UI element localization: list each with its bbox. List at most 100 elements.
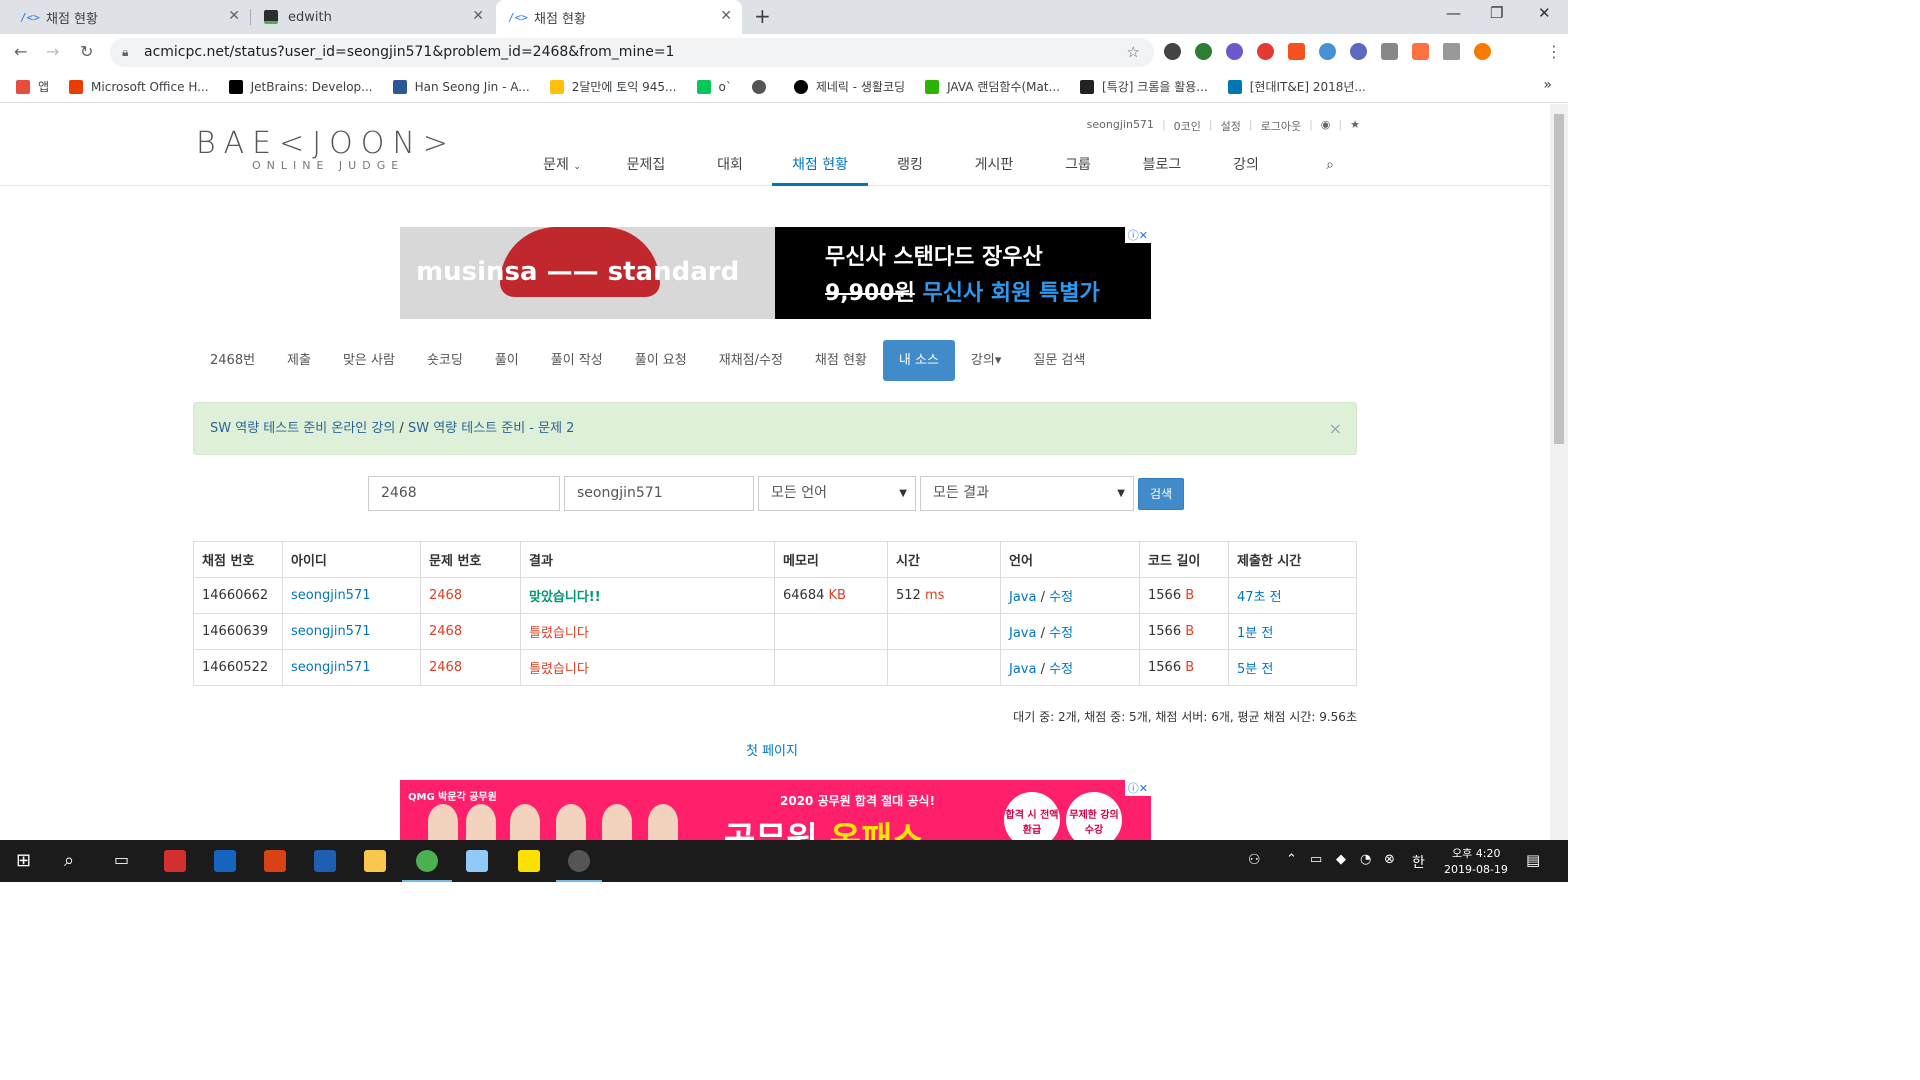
dropbox-icon[interactable]: ◆ bbox=[1336, 852, 1346, 867]
nav-problems[interactable]: 문제 ⌄ bbox=[520, 152, 604, 186]
close-icon[interactable]: × bbox=[1329, 403, 1342, 454]
search-icon[interactable]: ⌕ bbox=[64, 850, 74, 871]
bookmark-item[interactable] bbox=[751, 79, 774, 94]
page-scrollbar[interactable] bbox=[1550, 104, 1568, 840]
bookmark-apps[interactable]: 앱 bbox=[16, 78, 49, 95]
close-icon[interactable]: ✕ bbox=[472, 8, 484, 24]
user-id-input[interactable]: seongjin571 bbox=[564, 476, 754, 511]
battery-icon[interactable]: ▭ bbox=[1310, 852, 1322, 867]
extension-icon[interactable] bbox=[1443, 43, 1460, 60]
address-bar[interactable]: 🔒︎ acmicpc.net/status?user_id=seongjin57… bbox=[110, 38, 1154, 67]
nav-lecture[interactable]: 강의 bbox=[1204, 152, 1288, 186]
bottom-ad-banner[interactable]: QMG 박문각 공무원 2020 공무원 합격 절대 공식! 공무원 온패스 합… bbox=[400, 780, 1151, 840]
ime-indicator[interactable]: 한 bbox=[1412, 852, 1425, 872]
problem-link[interactable]: 2468 bbox=[429, 588, 462, 603]
language-select[interactable]: 모든 언어 ▼ bbox=[758, 476, 916, 511]
nav-ranking[interactable]: 랭킹 bbox=[868, 152, 952, 186]
username-link[interactable]: seongjin571 bbox=[1087, 118, 1154, 134]
bookmark-item[interactable]: 2달만에 토익 945... bbox=[549, 78, 677, 95]
profile-avatar-icon[interactable] bbox=[1474, 43, 1491, 60]
bookmark-item[interactable]: 제네릭 - 생활코딩 bbox=[793, 78, 905, 95]
close-icon[interactable]: ✕ bbox=[720, 8, 732, 24]
top-ad-banner[interactable]: musinsa —— standard 무신사 스탠다드 장우산 9,900원 … bbox=[400, 227, 1151, 319]
back-icon[interactable]: ← bbox=[14, 42, 27, 61]
app-icon[interactable] bbox=[164, 850, 186, 872]
extension-icon[interactable] bbox=[1288, 43, 1305, 60]
extension-icon[interactable] bbox=[1257, 43, 1274, 60]
nav-contest[interactable]: 대회 bbox=[688, 152, 772, 186]
bookmark-item[interactable]: Microsoft Office H... bbox=[69, 79, 209, 94]
browser-tab-active[interactable]: /<> 채점 현황 ✕ bbox=[496, 0, 742, 34]
wifi-icon[interactable]: ◔ bbox=[1360, 852, 1371, 867]
window-close-icon[interactable]: ✕ bbox=[1538, 4, 1551, 22]
user-link[interactable]: seongjin571 bbox=[291, 624, 371, 639]
people-icon[interactable]: ⚇ bbox=[1248, 852, 1261, 868]
restore-icon[interactable]: ❐ bbox=[1490, 4, 1503, 22]
edit-link[interactable]: 수정 bbox=[1049, 626, 1073, 641]
site-logo[interactable]: BAE<JOON> ONLINE JUDGE bbox=[196, 126, 456, 172]
clock-date[interactable]: 2019-08-19 bbox=[1444, 863, 1508, 876]
ad-close-icon[interactable]: ⓘ✕ bbox=[1124, 780, 1151, 796]
bookmark-item[interactable]: Han Seong Jin - A... bbox=[392, 79, 530, 94]
forward-icon[interactable]: → bbox=[46, 42, 59, 61]
user-link[interactable]: seongjin571 bbox=[291, 660, 371, 675]
subnav-submit[interactable]: 제출 bbox=[271, 340, 327, 381]
edit-link[interactable]: 수정 bbox=[1049, 590, 1073, 605]
nav-status[interactable]: 채점 현황 bbox=[772, 152, 868, 186]
subnav-shortcoding[interactable]: 숏코딩 bbox=[411, 340, 479, 381]
network-app-icon[interactable] bbox=[214, 850, 236, 872]
nav-board[interactable]: 게시판 bbox=[952, 152, 1036, 186]
search-button[interactable]: 검색 bbox=[1138, 478, 1185, 510]
scroll-thumb[interactable] bbox=[1554, 114, 1564, 444]
more-menu-icon[interactable]: ⋮ bbox=[1546, 42, 1562, 61]
submitted-time-link[interactable]: 1분 전 bbox=[1237, 626, 1273, 641]
minimize-icon[interactable]: — bbox=[1446, 4, 1461, 22]
subnav-rejudge[interactable]: 재채점/수정 bbox=[703, 340, 799, 381]
nav-workbook[interactable]: 문제집 bbox=[604, 152, 688, 186]
task-view-icon[interactable]: ▭ bbox=[114, 850, 129, 869]
bookmark-star-icon[interactable]: ☆ bbox=[1127, 38, 1140, 67]
extension-icon[interactable] bbox=[1195, 43, 1212, 60]
settings-link[interactable]: 설정 bbox=[1221, 118, 1241, 134]
bookmark-item[interactable]: [특강] 크롬을 활용... bbox=[1080, 78, 1208, 95]
extension-icon[interactable] bbox=[1412, 43, 1429, 60]
app-icon[interactable] bbox=[466, 850, 488, 872]
word-icon[interactable] bbox=[314, 850, 336, 872]
file-explorer-icon[interactable] bbox=[364, 850, 386, 872]
submitted-time-link[interactable]: 5분 전 bbox=[1237, 662, 1273, 677]
clock-time[interactable]: 오후 4:20 bbox=[1452, 845, 1500, 861]
language-link[interactable]: Java bbox=[1009, 626, 1036, 641]
settings-gear-icon[interactable] bbox=[568, 850, 590, 872]
bookmark-item[interactable]: JetBrains: Develop... bbox=[228, 79, 373, 94]
submitted-time-link[interactable]: 47초 전 bbox=[1237, 590, 1282, 605]
logout-link[interactable]: 로그아웃 bbox=[1261, 118, 1301, 134]
subnav-solution[interactable]: 풀이 bbox=[479, 340, 535, 381]
extension-icon[interactable] bbox=[1164, 43, 1181, 60]
edit-link[interactable]: 수정 bbox=[1049, 662, 1073, 677]
ad-close-icon[interactable]: ⓘ✕ bbox=[1124, 227, 1151, 243]
problem-link[interactable]: 2468 bbox=[429, 624, 462, 639]
problem-set-link[interactable]: SW 역량 테스트 준비 - 문제 2 bbox=[408, 421, 575, 436]
lecture-link[interactable]: SW 역량 테스트 준비 온라인 강의 bbox=[210, 421, 395, 436]
extension-icon[interactable] bbox=[1226, 43, 1243, 60]
nav-group[interactable]: 그룹 bbox=[1036, 152, 1120, 186]
result-select[interactable]: 모든 결과 ▼ bbox=[920, 476, 1134, 511]
bookmarks-overflow-icon[interactable]: » bbox=[1543, 77, 1552, 93]
star-icon[interactable]: ★ bbox=[1350, 118, 1360, 134]
notification-icon[interactable]: ▤ bbox=[1526, 851, 1540, 869]
subnav-lecture[interactable]: 강의▾ bbox=[955, 340, 1017, 381]
new-tab-icon[interactable]: + bbox=[754, 4, 771, 28]
windows-start-icon[interactable]: ⊞ bbox=[16, 850, 31, 871]
language-link[interactable]: Java bbox=[1009, 590, 1036, 605]
bookmark-item[interactable]: [현대IT&E] 2018년... bbox=[1227, 78, 1366, 95]
extension-icon[interactable] bbox=[1350, 43, 1367, 60]
chevron-up-icon[interactable]: ⌃ bbox=[1286, 852, 1297, 867]
bookmark-item[interactable]: o` bbox=[696, 79, 732, 94]
extension-icon[interactable] bbox=[1381, 43, 1398, 60]
language-link[interactable]: Java bbox=[1009, 662, 1036, 677]
browser-tab[interactable]: /<> 채점 현황 ✕ bbox=[8, 0, 250, 34]
close-icon[interactable]: ✕ bbox=[228, 8, 240, 24]
subnav-my-source[interactable]: 내 소스 bbox=[882, 340, 955, 381]
nav-blog[interactable]: 블로그 bbox=[1120, 152, 1204, 186]
subnav-status[interactable]: 채점 현황 bbox=[799, 340, 883, 381]
